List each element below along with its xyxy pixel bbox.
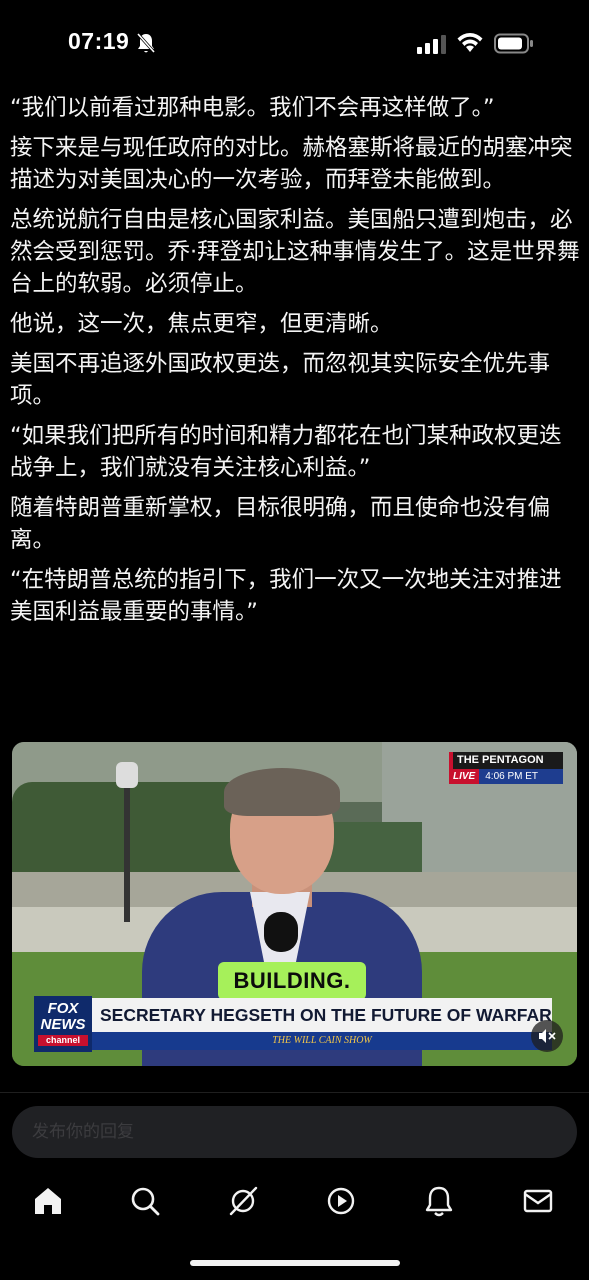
cellular-signal-icon bbox=[417, 35, 446, 54]
show-name-strip: THE WILL CAIN SHOW bbox=[92, 1032, 552, 1050]
search-icon[interactable] bbox=[128, 1184, 162, 1218]
lower-third-banner: SECRETARY HEGSETH ON THE FUTURE OF WARFA… bbox=[38, 998, 552, 1032]
notifications-icon[interactable] bbox=[422, 1184, 456, 1218]
grok-icon[interactable] bbox=[226, 1184, 260, 1218]
home-indicator[interactable] bbox=[190, 1260, 400, 1266]
video-lamp-head bbox=[116, 762, 138, 788]
live-time: 4:06 PM ET bbox=[485, 771, 539, 782]
paragraph-2: 接下来是与现任政府的对比。赫格塞斯将最近的胡塞冲突描述为对美国决心的一次考验，而… bbox=[10, 135, 573, 193]
fox-logo-line3: channel bbox=[38, 1035, 88, 1046]
paragraph-5: 美国不再追逐外国政权更迭，而忽视其实际安全优先事项。 bbox=[10, 351, 551, 409]
paragraph-6: “如果我们把所有的时间和精力都花在也门某种政权更迭战争上，我们就没有关注核心利益… bbox=[10, 423, 562, 481]
home-icon[interactable] bbox=[31, 1184, 65, 1218]
video-icon[interactable] bbox=[324, 1184, 358, 1218]
mute-button[interactable] bbox=[531, 1020, 563, 1052]
embedded-video[interactable]: THE PENTAGON LIVE 4:06 PM ET BUILDING. SE… bbox=[12, 742, 577, 1066]
fox-logo-line2: NEWS bbox=[40, 1016, 86, 1033]
location-badge: THE PENTAGON LIVE 4:06 PM ET bbox=[449, 752, 563, 786]
status-bar: 07:19 bbox=[0, 0, 589, 86]
live-badge: LIVE 4:06 PM ET bbox=[449, 769, 563, 784]
messages-icon[interactable] bbox=[521, 1184, 555, 1218]
post-text: “我们以前看过那种电影。我们不会再这样做了。” 接下来是与现任政府的对比。赫格塞… bbox=[10, 92, 582, 636]
fox-logo-line1: FOX bbox=[47, 1000, 79, 1017]
video-speaker-hair bbox=[224, 768, 340, 816]
video-caption: BUILDING. bbox=[218, 962, 366, 1000]
location-badge-label: THE PENTAGON bbox=[449, 752, 563, 769]
video-microphone bbox=[264, 912, 298, 952]
speaker-muted-icon bbox=[539, 1029, 556, 1043]
bell-muted-icon bbox=[136, 33, 156, 53]
paragraph-8: “在特朗普总统的指引下，我们一次又一次地关注对推进美国利益最重要的事情。” bbox=[10, 567, 562, 625]
paragraph-1: “我们以前看过那种电影。我们不会再这样做了。” bbox=[10, 95, 495, 121]
reply-input[interactable] bbox=[12, 1106, 577, 1158]
live-label: LIVE bbox=[449, 769, 480, 784]
divider bbox=[0, 1092, 589, 1093]
status-time: 07:19 bbox=[68, 28, 130, 54]
lower-third-text: SECRETARY HEGSETH ON THE FUTURE OF WARFA… bbox=[100, 1005, 552, 1025]
paragraph-4: 他说，这一次，焦点更窄，但更清晰。 bbox=[10, 311, 393, 337]
paragraph-3: 总统说航行自由是核心国家利益。美国船只遭到炮击，必然会受到惩罚。乔·拜登却让这种… bbox=[10, 207, 580, 297]
video-lamp-post bbox=[124, 772, 130, 922]
paragraph-7: 随着特朗普重新掌权，目标很明确，而且使命也没有偏离。 bbox=[10, 495, 551, 553]
wifi-icon bbox=[457, 33, 483, 52]
battery-icon bbox=[494, 33, 533, 54]
bottom-nav bbox=[0, 1170, 589, 1234]
fox-news-logo: FOX NEWS channel bbox=[34, 996, 92, 1052]
